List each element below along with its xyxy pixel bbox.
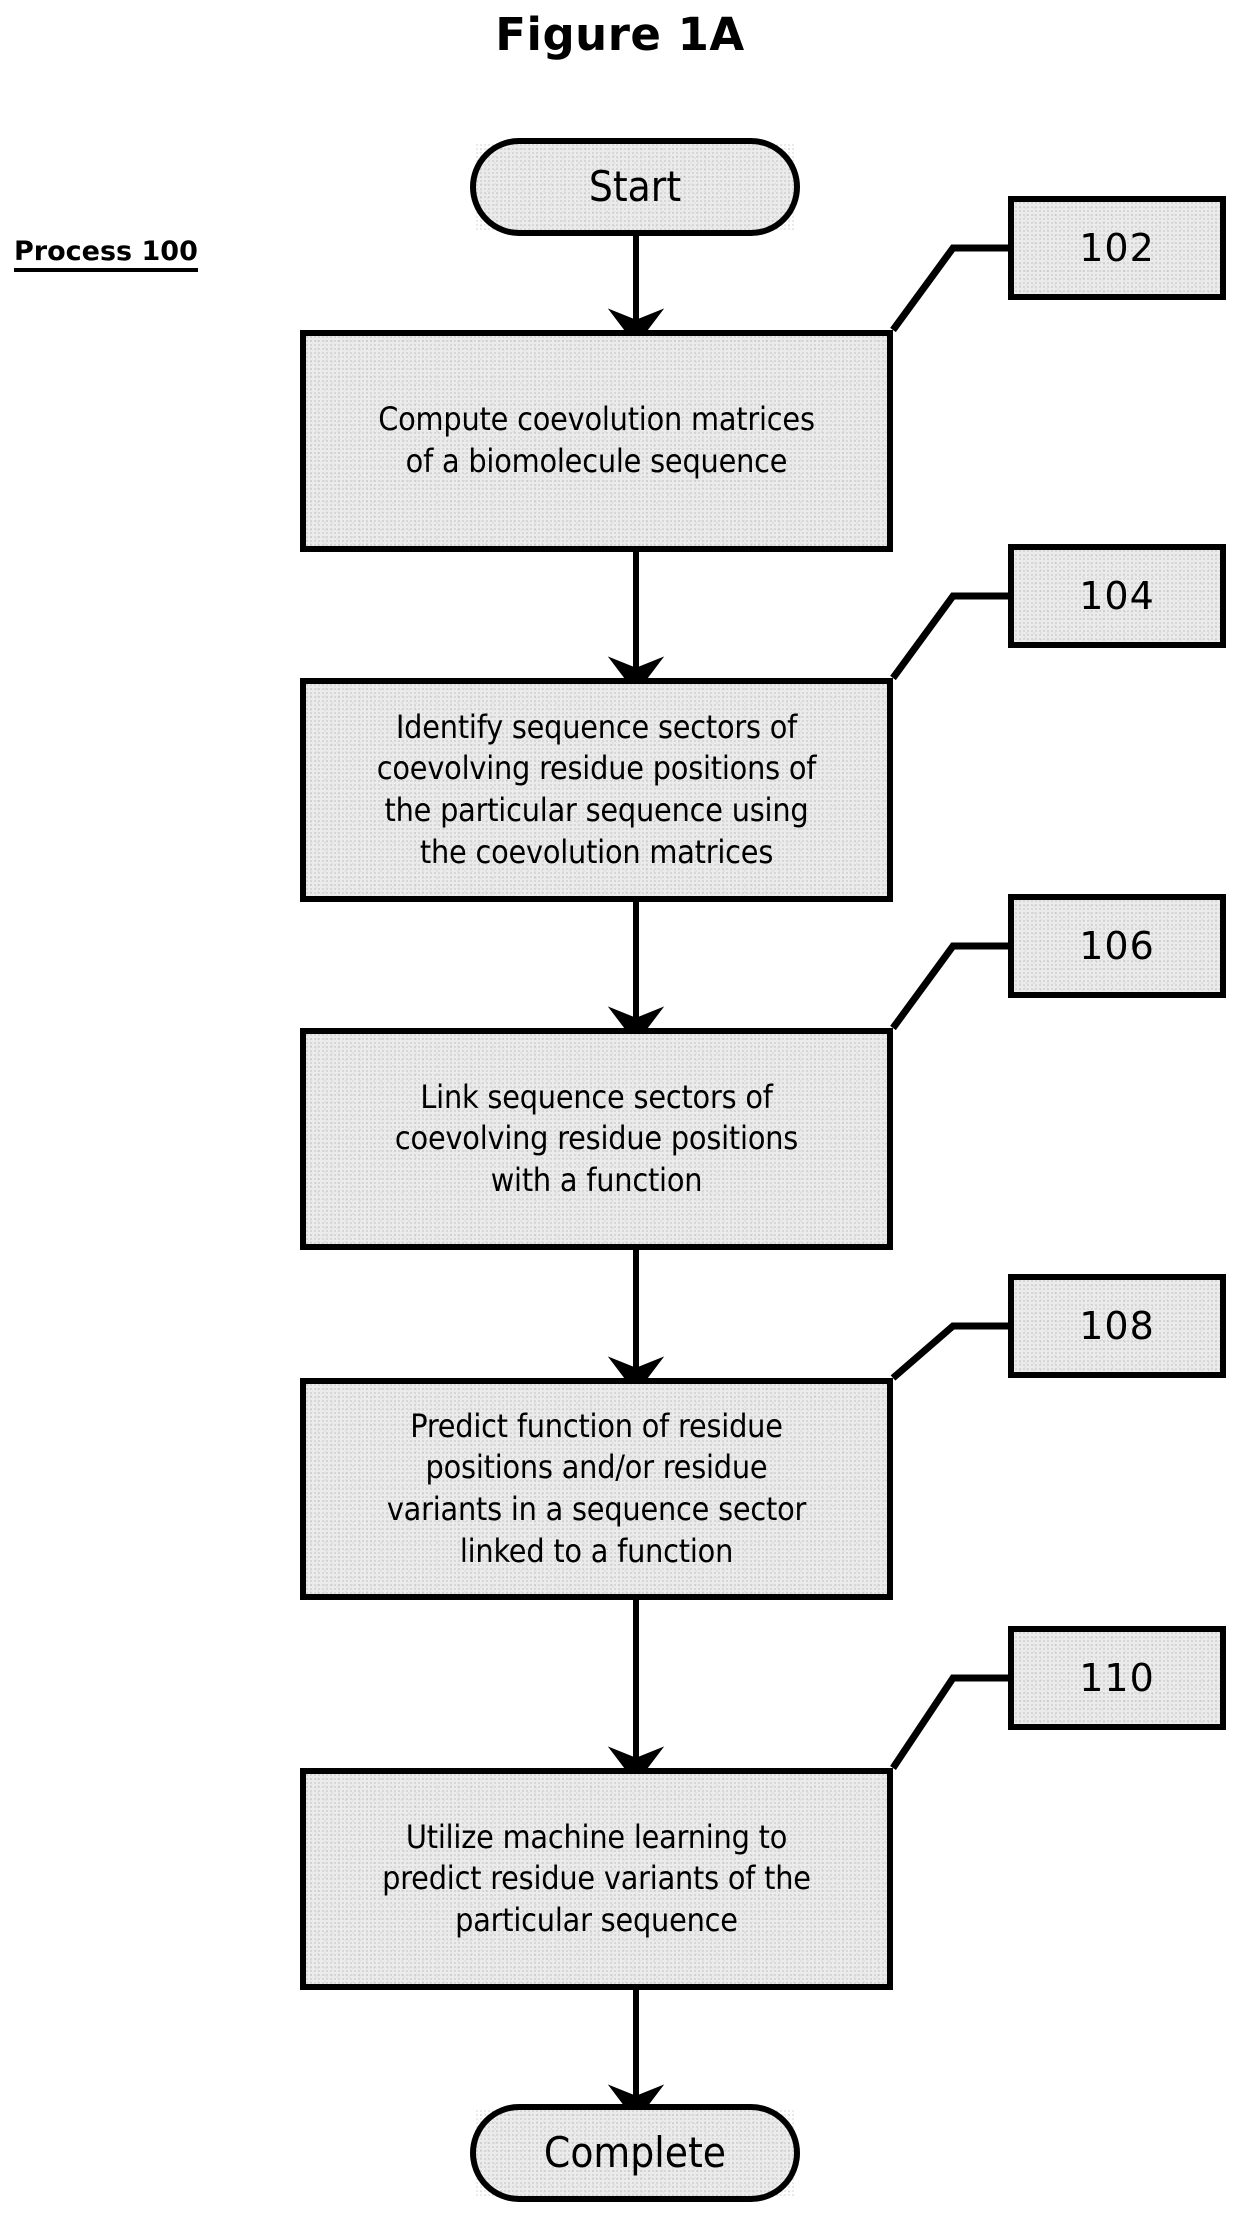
reference-numeral-110-text: 110 — [1079, 1656, 1155, 1700]
node-step-108-label: Predict function of residue positions an… — [386, 1406, 807, 1570]
reference-numeral-108-text: 108 — [1079, 1304, 1155, 1348]
leader-line-108 — [890, 1322, 1008, 1381]
leader-line-104 — [890, 592, 1008, 681]
node-step-104: Identify sequence sectors of coevolving … — [300, 678, 893, 902]
leader-line-106 — [890, 942, 1008, 1031]
reference-numeral-104: 104 — [1008, 544, 1226, 648]
node-complete: Complete — [470, 2104, 800, 2202]
figure-title: Figure 1A — [495, 8, 745, 61]
node-start: Start — [470, 138, 800, 236]
leader-line-102 — [890, 244, 1008, 333]
reference-numeral-106: 106 — [1008, 894, 1226, 998]
reference-numeral-102: 102 — [1008, 196, 1226, 300]
node-step-110-label: Utilize machine learning to predict resi… — [382, 1817, 811, 1939]
node-step-104-label: Identify sequence sectors of coevolving … — [376, 707, 817, 871]
node-step-108: Predict function of residue positions an… — [300, 1378, 893, 1600]
reference-numeral-106-text: 106 — [1079, 924, 1155, 968]
leader-line-group — [890, 244, 1008, 1770]
process-label: Process 100 — [14, 237, 198, 273]
node-step-106: Link sequence sectors of coevolving resi… — [300, 1028, 893, 1250]
leader-line-110 — [890, 1674, 1008, 1770]
reference-numeral-110: 110 — [1008, 1626, 1226, 1730]
figure-canvas: Figure 1A Process 100 Start Compute coev… — [0, 0, 1240, 2227]
reference-numeral-102-text: 102 — [1079, 226, 1155, 270]
node-step-110: Utilize machine learning to predict resi… — [300, 1768, 893, 1990]
node-complete-label: Complete — [543, 2127, 727, 2177]
node-step-106-label: Link sequence sectors of coevolving resi… — [394, 1077, 799, 1199]
node-step-102-label: Compute coevolution matrices of a biomol… — [378, 400, 815, 480]
reference-numeral-108: 108 — [1008, 1274, 1226, 1378]
node-step-102: Compute coevolution matrices of a biomol… — [300, 330, 893, 552]
node-start-label: Start — [588, 161, 682, 211]
reference-numeral-104-text: 104 — [1079, 574, 1155, 618]
